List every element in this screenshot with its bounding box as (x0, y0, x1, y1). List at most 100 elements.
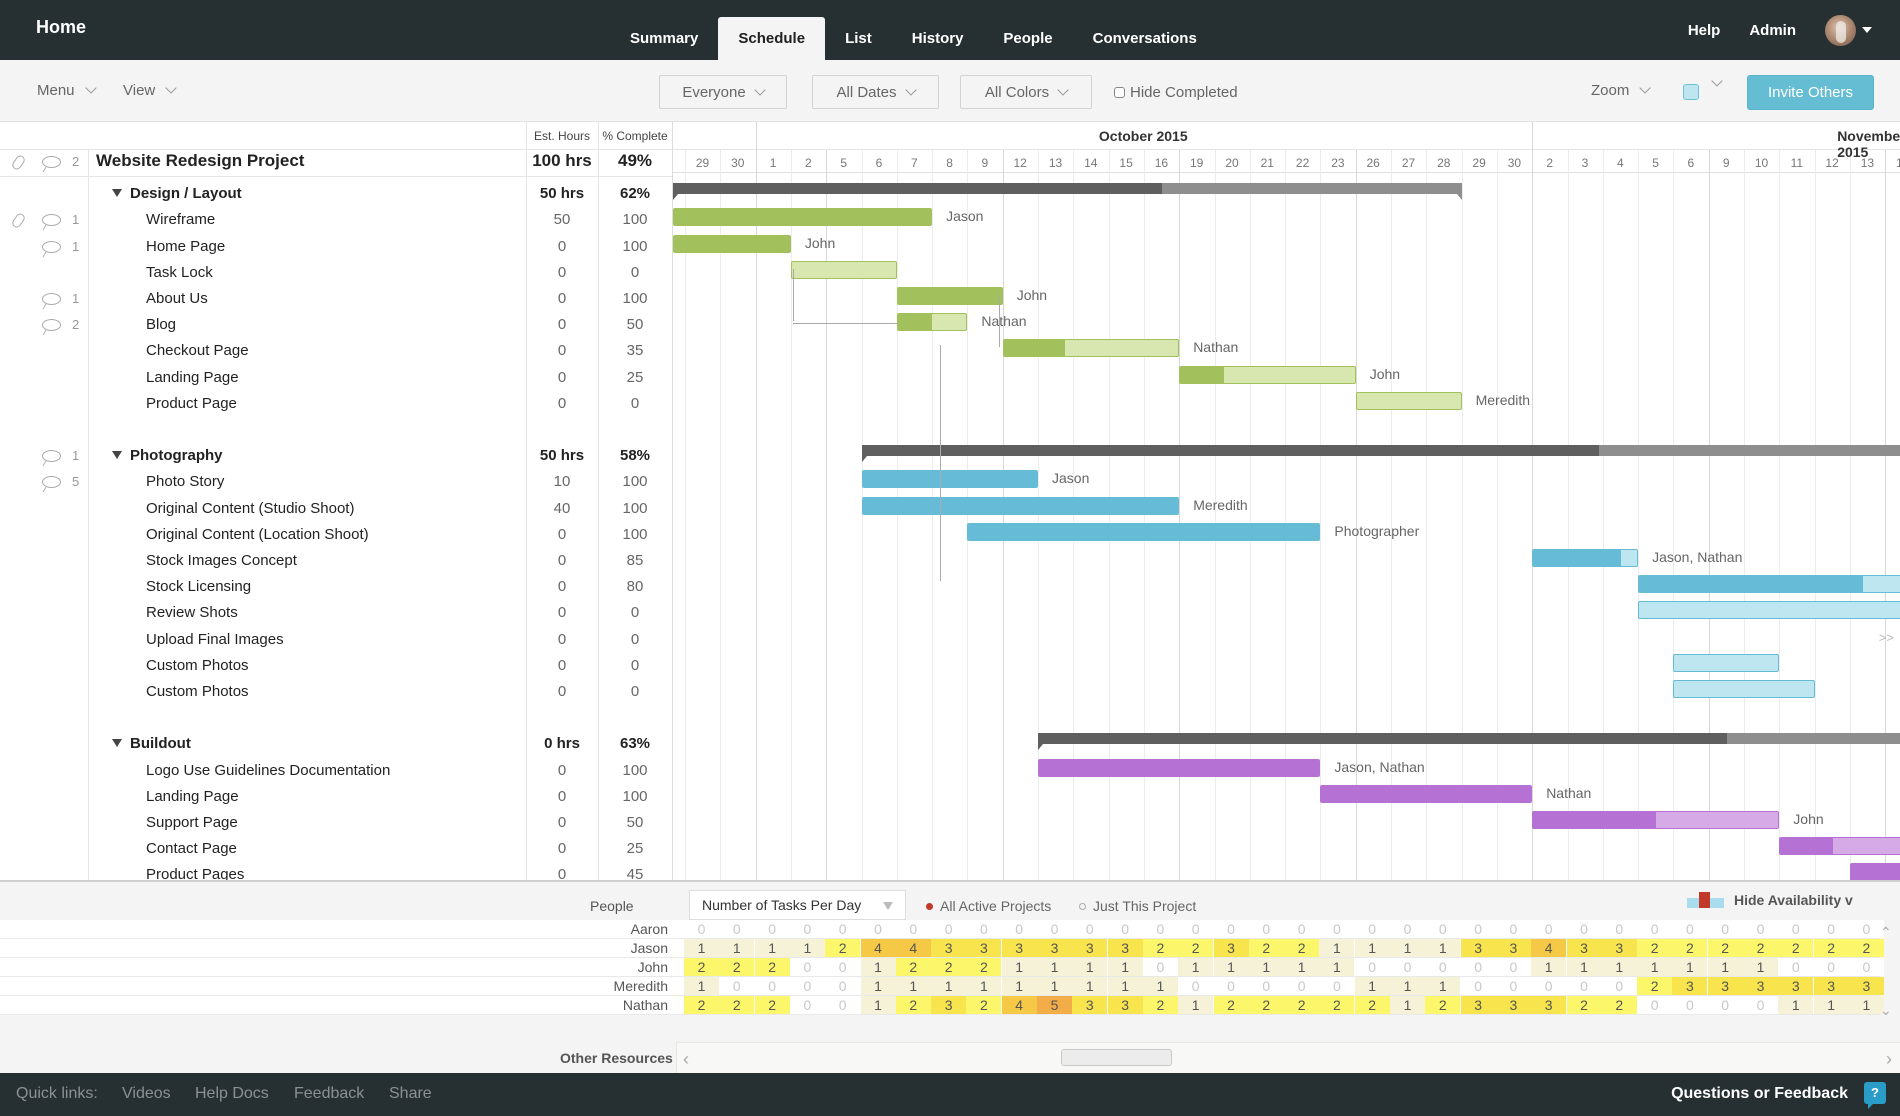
task-name[interactable]: Photo Story (146, 473, 224, 490)
pct-complete-value[interactable]: 0 (598, 395, 672, 412)
pct-complete-value[interactable]: 25 (598, 369, 672, 386)
horizontal-scrollbar[interactable]: ‹ › (676, 1042, 1900, 1075)
task-row[interactable]: Product Pages 0 45 (0, 862, 672, 880)
task-name[interactable]: Logo Use Guidelines Documentation (146, 762, 390, 779)
group-summary-bar[interactable] (861, 445, 1900, 463)
task-row[interactable]: 1 Wireframe 50 100 (0, 207, 672, 233)
est-hours-value[interactable]: 0 (526, 552, 598, 569)
tab-conversations[interactable]: Conversations (1073, 17, 1217, 60)
est-hours-value[interactable]: 100 hrs (526, 151, 598, 171)
comment-bubble-icon[interactable] (42, 319, 61, 332)
pct-complete-value[interactable]: 25 (598, 840, 672, 857)
task-row[interactable]: 1 Home Page 0 100 (0, 234, 672, 260)
task-row[interactable]: Logo Use Guidelines Documentation 0 100 (0, 758, 672, 784)
pct-complete-value[interactable]: 0 (598, 631, 672, 648)
scope-all-active-projects[interactable]: All Active Projects (926, 898, 1051, 914)
task-bar[interactable] (1355, 391, 1462, 410)
paperclip-icon[interactable] (10, 212, 27, 230)
est-hours-value[interactable]: 0 (526, 604, 598, 621)
help-link[interactable]: Help (1688, 22, 1721, 39)
task-bar[interactable] (1038, 758, 1321, 777)
color-swatch-icon[interactable] (1683, 84, 1699, 100)
pct-complete-value[interactable]: 0 (598, 683, 672, 700)
paperclip-icon[interactable] (10, 153, 27, 172)
task-bar[interactable] (1532, 549, 1639, 567)
task-bar[interactable] (1849, 863, 1900, 880)
task-name[interactable]: Custom Photos (146, 683, 249, 700)
est-hours-value[interactable]: 50 (526, 211, 598, 228)
est-hours-value[interactable]: 40 (526, 500, 598, 517)
task-name[interactable]: Product Page (146, 395, 237, 412)
task-name[interactable]: Landing Page (146, 369, 239, 386)
task-name[interactable]: Contact Page (146, 840, 237, 857)
footer-link-feedback[interactable]: Feedback (294, 1085, 364, 1103)
est-hours-value[interactable]: 10 (526, 473, 598, 490)
task-row[interactable]: Stock Licensing 0 80 (0, 574, 672, 600)
task-row[interactable]: Original Content (Studio Shoot) 40 100 (0, 496, 672, 522)
task-row[interactable]: Checkout Page 0 35 (0, 338, 672, 364)
task-row[interactable]: 2 Blog 0 50 (0, 312, 672, 338)
user-avatar[interactable] (1825, 14, 1856, 46)
task-row[interactable]: Task Lock 0 0 (0, 260, 672, 286)
questions-feedback-link[interactable]: Questions or Feedback (1671, 1085, 1848, 1103)
task-bar[interactable] (1638, 575, 1900, 594)
task-row[interactable]: Landing Page 0 100 (0, 784, 672, 810)
est-hours-value[interactable]: 0 (526, 316, 598, 333)
pct-complete-value[interactable]: 100 (598, 762, 672, 779)
task-row[interactable]: Support Page 0 50 (0, 810, 672, 836)
task-bar[interactable] (673, 208, 933, 227)
task-row[interactable]: Contact Page 0 25 (0, 836, 672, 862)
admin-link[interactable]: Admin (1749, 22, 1796, 39)
collapse-triangle-icon[interactable] (112, 739, 122, 748)
task-bar[interactable] (1673, 680, 1815, 698)
pct-complete-value[interactable]: 50 (598, 814, 672, 831)
group-row[interactable]: 1 Photography 50 hrs 58% (0, 443, 672, 469)
est-hours-value[interactable]: 0 (526, 369, 598, 386)
people-filter[interactable]: Everyone (659, 75, 787, 109)
color-dropdown[interactable] (1709, 75, 1723, 87)
task-bar[interactable] (896, 287, 1003, 305)
task-name[interactable]: Landing Page (146, 788, 239, 805)
project-name[interactable]: Website Redesign Project (96, 151, 304, 171)
comment-bubble-icon[interactable] (42, 156, 61, 168)
est-hours-value[interactable]: 0 (526, 762, 598, 779)
home-link[interactable]: Home (36, 17, 86, 38)
task-bar[interactable] (790, 260, 897, 279)
pct-complete-value[interactable]: 100 (598, 500, 672, 517)
scroll-down-icon[interactable]: ⌄ (1880, 1002, 1900, 1019)
tab-history[interactable]: History (892, 17, 984, 60)
task-bar[interactable] (1673, 653, 1780, 672)
tab-schedule[interactable]: Schedule (718, 17, 826, 60)
pct-complete-value[interactable]: 63% (598, 735, 672, 752)
colors-filter[interactable]: All Colors (960, 75, 1092, 109)
scrollbar-thumb[interactable] (1061, 1049, 1172, 1066)
est-hours-value[interactable]: 0 (526, 342, 598, 359)
task-row[interactable]: Custom Photos 0 0 (0, 679, 672, 705)
est-hours-header[interactable]: Est. Hours (526, 122, 598, 150)
comment-bubble-icon[interactable] (42, 214, 61, 227)
tab-list[interactable]: List (825, 17, 892, 60)
task-row[interactable]: Original Content (Location Shoot) 0 100 (0, 522, 672, 548)
task-name[interactable]: Upload Final Images (146, 631, 284, 648)
est-hours-value[interactable]: 0 hrs (526, 735, 598, 752)
task-row[interactable]: Custom Photos 0 0 (0, 653, 672, 679)
est-hours-value[interactable]: 50 hrs (526, 185, 598, 202)
task-name[interactable]: Support Page (146, 814, 238, 831)
task-bar[interactable] (1532, 811, 1780, 829)
hide-completed-toggle[interactable]: Hide Completed (1114, 84, 1238, 101)
est-hours-value[interactable]: 0 (526, 578, 598, 595)
pct-complete-value[interactable]: 45 (598, 866, 672, 880)
scroll-right-icon[interactable]: › (1886, 1049, 1892, 1070)
scroll-left-icon[interactable]: ‹ (683, 1049, 689, 1070)
task-name[interactable]: Custom Photos (146, 657, 249, 674)
task-row[interactable]: Product Page 0 0 (0, 391, 672, 417)
pct-complete-value[interactable]: 49% (598, 151, 672, 171)
est-hours-value[interactable]: 0 (526, 395, 598, 412)
task-name[interactable]: Review Shots (146, 604, 238, 621)
dates-filter[interactable]: All Dates (812, 75, 939, 109)
caret-down-icon[interactable] (1862, 27, 1872, 33)
group-name[interactable]: Design / Layout (130, 185, 242, 202)
pct-complete-value[interactable]: 0 (598, 657, 672, 674)
task-name[interactable]: About Us (146, 290, 208, 307)
task-bar[interactable] (1779, 837, 1900, 856)
